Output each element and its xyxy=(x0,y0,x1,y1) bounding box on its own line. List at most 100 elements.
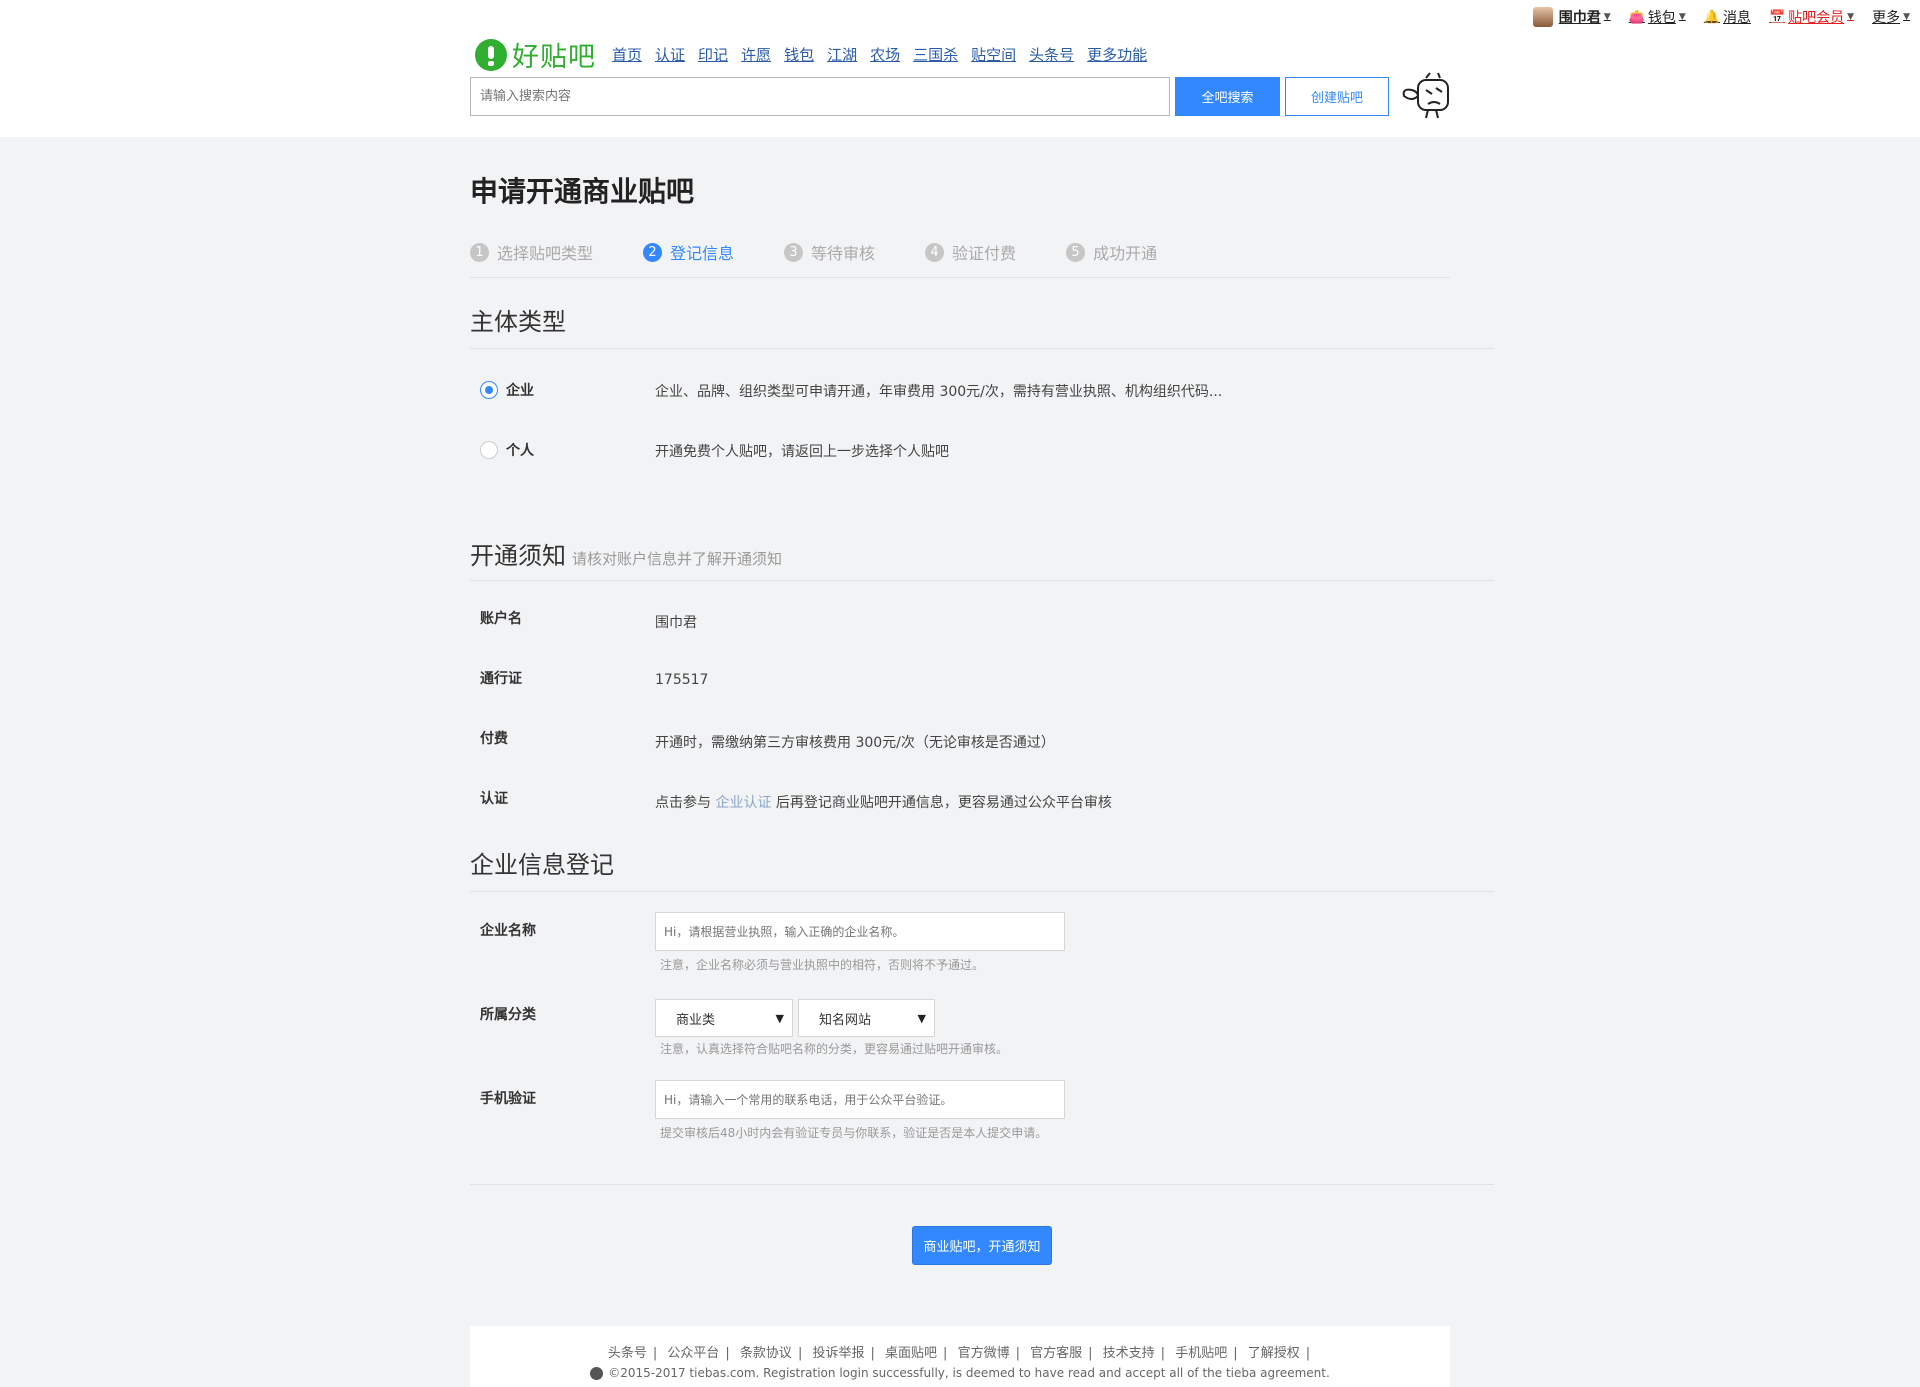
nav-sanguosha[interactable]: 三国杀 xyxy=(913,44,958,65)
step-number: 1 xyxy=(470,242,489,262)
form-section-title: 企业信息登记 xyxy=(470,851,614,879)
logo[interactable]: 好贴吧 xyxy=(475,35,596,74)
radio-label: 企业 xyxy=(506,383,534,399)
company-hint: 注意，企业名称必须与营业执照中的相符，否则将不予通过。 xyxy=(660,958,985,972)
step-4: 4 验证付费 xyxy=(925,240,1016,264)
user-menu[interactable]: 围巾君 ▼ xyxy=(1532,7,1611,27)
category-label: 所属分类 xyxy=(480,1007,536,1023)
enterprise-desc: 企业、品牌、组织类型可申请开通，年审费用 300元/次，需持有营业执照、机构组织… xyxy=(655,384,1223,400)
category-select-primary[interactable]: 商业类 ▼ xyxy=(655,999,793,1037)
notice-section-title: 开通须知 请核对账户信息并了解开通须知 xyxy=(470,536,782,571)
step-2: 2 登记信息 xyxy=(643,240,734,264)
step-3: 3 等待审核 xyxy=(784,240,875,264)
phone-hint: 提交审核后48小时内会有验证专员与你联系，验证是否是本人提交申请。 xyxy=(660,1126,1048,1140)
company-label: 企业名称 xyxy=(480,923,536,939)
submit-button[interactable]: 商业贴吧，开通须知 xyxy=(912,1226,1052,1265)
nav-more[interactable]: 更多功能 xyxy=(1087,44,1147,65)
nav-home[interactable]: 首页 xyxy=(612,44,642,65)
nav-jianghu[interactable]: 江湖 xyxy=(827,44,857,65)
logo-icon xyxy=(475,38,507,71)
caret-down-icon: ▼ xyxy=(1678,12,1686,22)
avatar xyxy=(1532,7,1553,27)
category-primary-value: 商业类 xyxy=(676,1012,716,1028)
nav-certify[interactable]: 认证 xyxy=(655,44,685,65)
account-value: 围巾君 xyxy=(655,615,697,631)
fee-value: 开通时，需缴纳第三方审核费用 300元/次（无论审核是否通过） xyxy=(655,735,1055,751)
footer-link[interactable]: 条款协议 xyxy=(740,1346,792,1361)
notice-title: 开通须知 xyxy=(470,542,566,570)
member-label: 贴吧会员 xyxy=(1788,10,1845,26)
personal-desc: 开通免费个人贴吧，请返回上一步选择个人贴吧 xyxy=(655,444,949,460)
radio-personal[interactable]: 个人 xyxy=(480,440,606,460)
copyright-text: ©2015-2017 tiebas.com. Registration logi… xyxy=(608,1366,1330,1380)
footer-link[interactable]: 公众平台 xyxy=(667,1346,719,1361)
page-title: 申请开通商业贴吧 xyxy=(470,175,695,208)
caret-down-icon: ▼ xyxy=(1603,12,1611,22)
messages-link[interactable]: 🔔 消息 xyxy=(1704,7,1751,27)
category-secondary-value: 知名网站 xyxy=(819,1012,872,1028)
search-button[interactable]: 全吧搜索 xyxy=(1175,77,1280,116)
footer-link[interactable]: 桌面贴吧 xyxy=(885,1346,937,1361)
more-menu[interactable]: 更多 ▼ xyxy=(1872,7,1910,27)
footer-link[interactable]: 头条号 xyxy=(608,1346,647,1361)
notice-subtitle: 请核对账户信息并了解开通须知 xyxy=(572,550,783,568)
step-number: 5 xyxy=(1066,242,1086,262)
user-bar: 围巾君 ▼ 👛 钱包 ▼ 🔔 消息 📅 贴吧会员 ▼ 更多 ▼ xyxy=(0,0,1920,34)
footer: 头条号 | 公众平台 | 条款协议 | 投诉举报 | 桌面贴吧 | 官方微博 | 官方客服 |… xyxy=(470,1326,1450,1387)
step-label: 成功开通 xyxy=(1093,244,1158,263)
footer-link[interactable]: 手机贴吧 xyxy=(1175,1346,1227,1361)
footer-link[interactable]: 了解授权 xyxy=(1248,1346,1300,1361)
radio-button[interactable] xyxy=(480,441,498,459)
nav-wallet[interactable]: 钱包 xyxy=(784,44,814,65)
cert-text-after: 后再登记商业贴吧开通信息，更容易通过公众平台审核 xyxy=(775,795,1112,811)
cert-text-before: 点击参与 xyxy=(655,795,711,811)
step-label: 选择贴吧类型 xyxy=(497,244,594,263)
wallet-icon: 👛 xyxy=(1628,9,1645,25)
step-label: 验证付费 xyxy=(952,244,1017,263)
member-menu[interactable]: 📅 贴吧会员 ▼ xyxy=(1769,7,1854,27)
radio-button[interactable] xyxy=(480,381,498,399)
nav-farm[interactable]: 农场 xyxy=(870,44,900,65)
footer-link[interactable]: 官方微博 xyxy=(958,1346,1010,1361)
step-label: 等待审核 xyxy=(811,244,876,263)
wallet-menu[interactable]: 👛 钱包 ▼ xyxy=(1629,7,1686,27)
nav-imprint[interactable]: 印记 xyxy=(698,44,728,65)
more-label: 更多 xyxy=(1872,10,1901,26)
account-label: 账户名 xyxy=(480,611,522,627)
dropdown-arrow-icon: ▼ xyxy=(917,1011,926,1025)
step-1: 1 选择贴吧类型 xyxy=(470,240,593,264)
company-name-input[interactable] xyxy=(655,912,1065,951)
footer-link[interactable]: 投诉举报 xyxy=(812,1346,864,1361)
cert-value: 点击参与 企业认证 后再登记商业贴吧开通信息，更容易通过公众平台审核 xyxy=(655,792,1112,812)
subject-section-title: 主体类型 xyxy=(470,308,566,336)
nav-toutiao[interactable]: 头条号 xyxy=(1029,44,1074,65)
footer-links: 头条号 | 公众平台 | 条款协议 | 投诉举报 | 桌面贴吧 | 官方微博 | 官方客服 |… xyxy=(607,1346,1311,1361)
nav-space[interactable]: 贴空间 xyxy=(971,44,1016,65)
category-hint: 注意，认真选择符合贴吧名称的分类，更容易通过贴吧开通审核。 xyxy=(660,1042,1009,1056)
phone-input[interactable] xyxy=(655,1080,1065,1119)
passport-label: 通行证 xyxy=(480,671,522,687)
create-tieba-button[interactable]: 创建贴吧 xyxy=(1285,77,1389,116)
divider xyxy=(470,348,1494,349)
footer-link[interactable]: 技术支持 xyxy=(1103,1346,1155,1361)
step-number: 4 xyxy=(925,242,945,262)
footer-link[interactable]: 官方客服 xyxy=(1030,1346,1082,1361)
copyright-logo-icon xyxy=(590,1366,604,1380)
phone-label: 手机验证 xyxy=(480,1091,536,1107)
divider xyxy=(470,891,1494,892)
bell-icon: 🔔 xyxy=(1703,9,1720,25)
nav-wish[interactable]: 许愿 xyxy=(741,44,771,65)
caret-down-icon: ▼ xyxy=(1903,12,1910,22)
messages-label: 消息 xyxy=(1722,10,1751,26)
member-icon: 📅 xyxy=(1768,9,1786,25)
step-label: 登记信息 xyxy=(670,244,735,263)
copyright: ©2015-2017 tiebas.com. Registration logi… xyxy=(470,1366,1450,1380)
divider xyxy=(470,580,1494,581)
radio-enterprise[interactable]: 企业 xyxy=(480,380,606,400)
radio-label: 个人 xyxy=(506,443,534,459)
cert-label: 认证 xyxy=(480,791,508,807)
enterprise-cert-link[interactable]: 企业认证 xyxy=(715,795,771,811)
progress-steps: 1 选择贴吧类型 2 登记信息 3 等待审核 4 验证付费 5 成功开通 xyxy=(470,240,1450,278)
category-select-secondary[interactable]: 知名网站 ▼ xyxy=(798,999,935,1037)
search-input[interactable] xyxy=(470,77,1170,116)
